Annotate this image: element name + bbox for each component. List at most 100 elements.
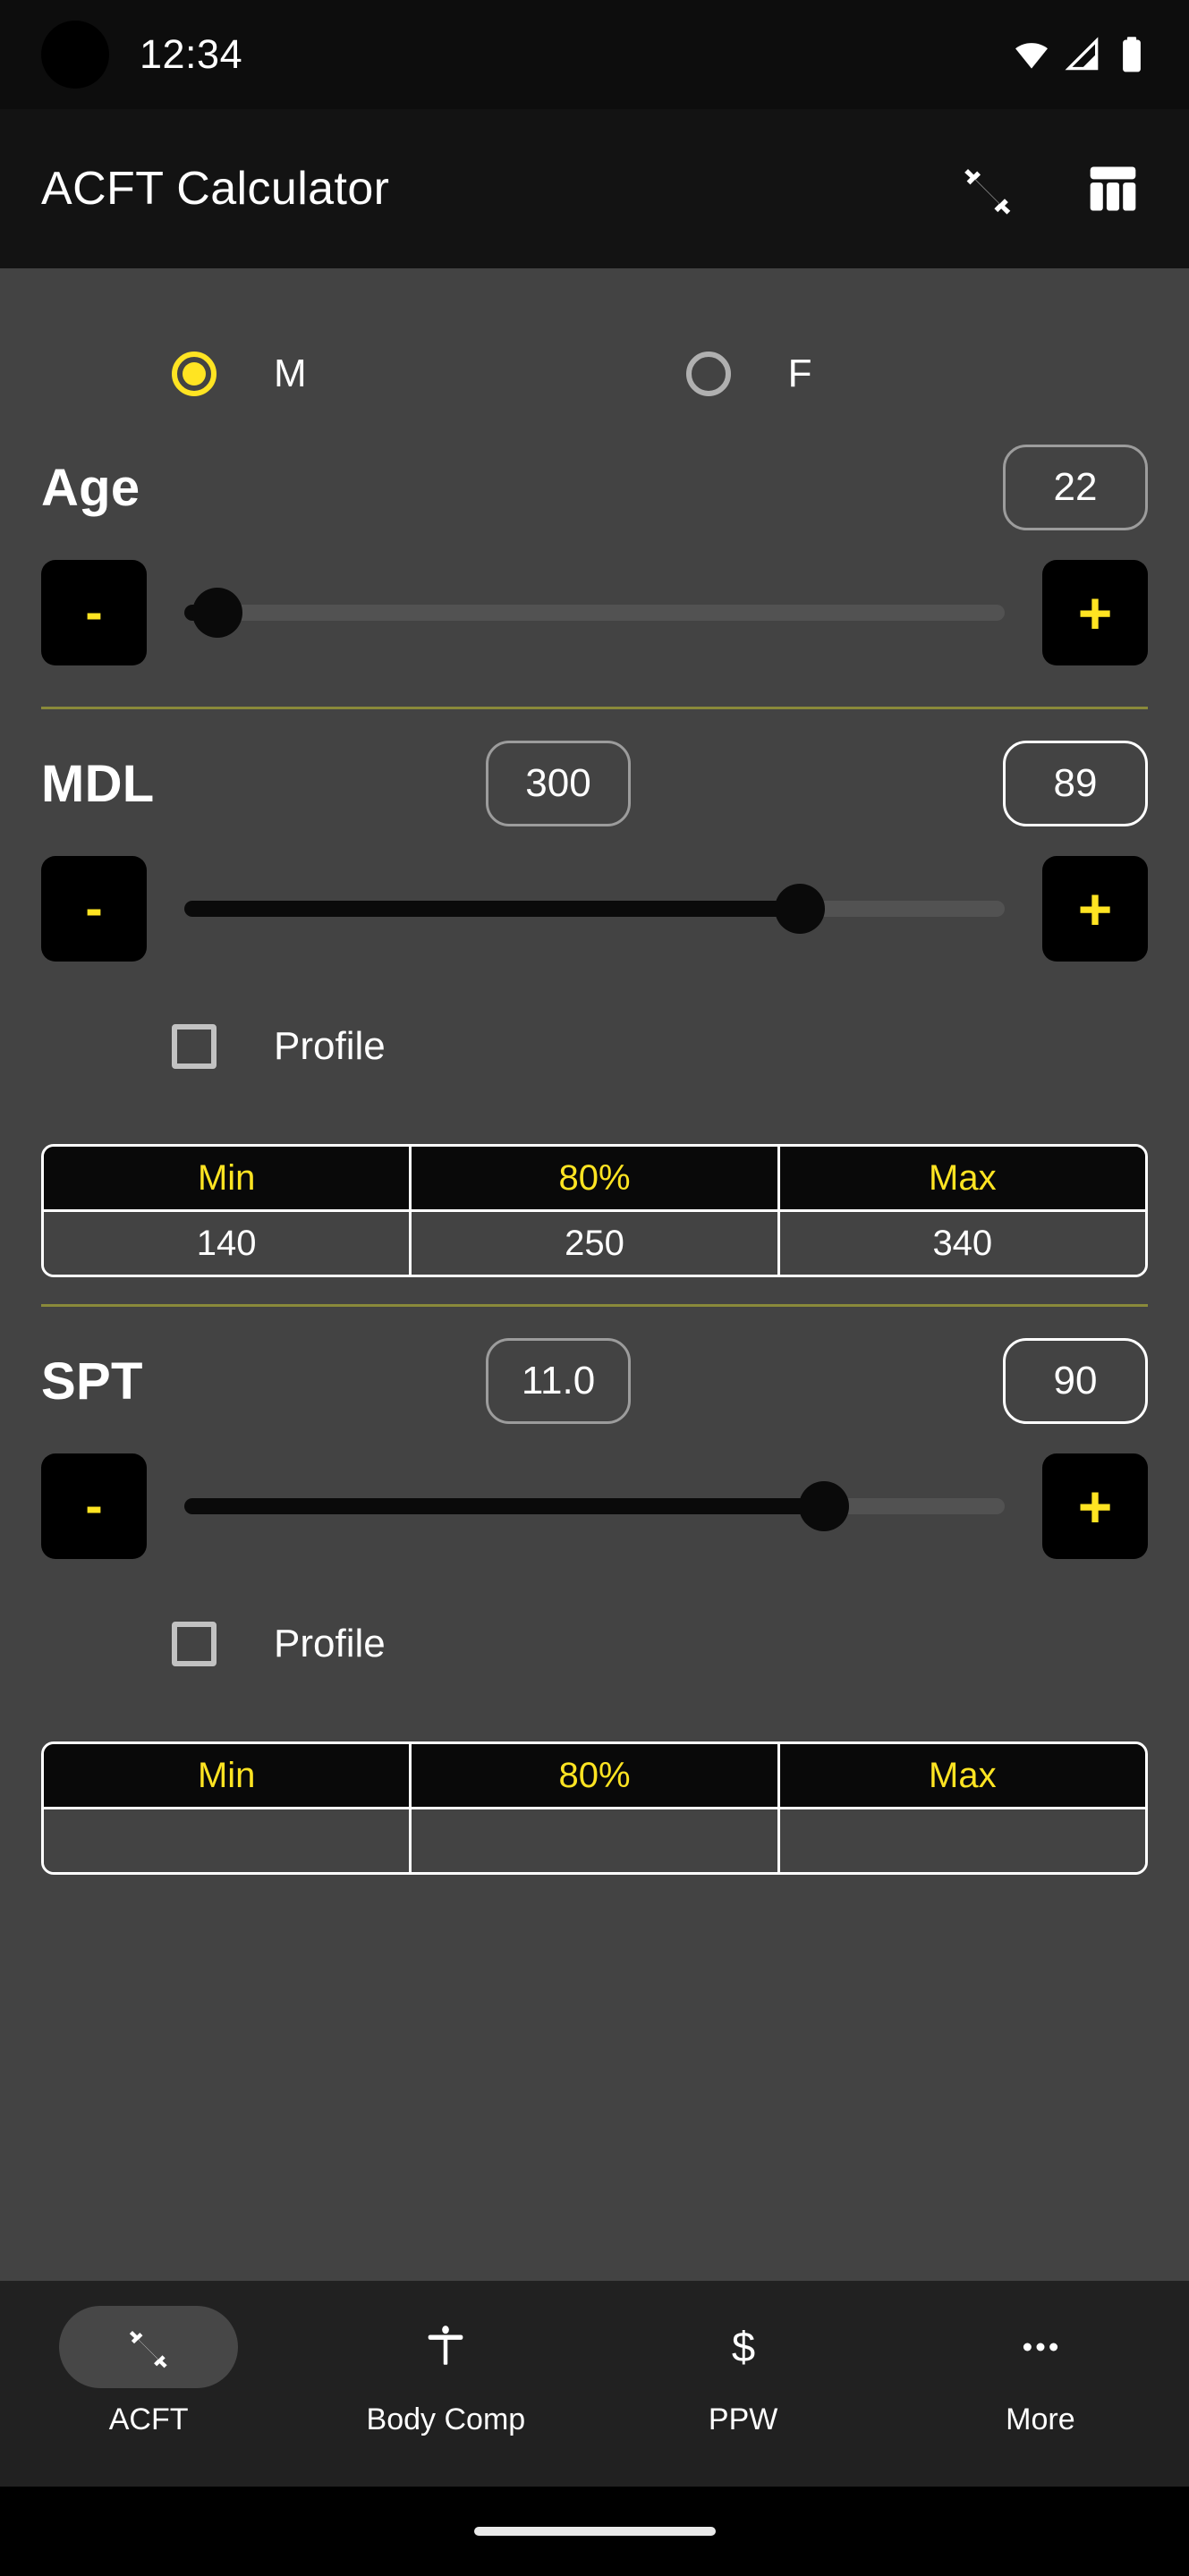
spt-profile-label: Profile [274,1622,386,1665]
mdl-score-box[interactable]: 89 [1003,741,1148,826]
mdl-header-80: 80% [409,1147,777,1209]
wifi-icon [1015,43,1048,69]
spt-title: SPT [41,1352,143,1411]
age-header: Age 22 [41,429,1148,546]
table-icon[interactable] [1076,152,1150,225]
age-slider-row[interactable]: - + [41,546,1148,680]
app-bar: ACFT Calculator [0,109,1189,268]
spt-plus-label: + [1077,1473,1113,1539]
radio-female[interactable] [685,352,731,396]
age-slider[interactable] [184,560,1005,665]
nav-pill-body-comp [356,2306,535,2388]
spt-profile-row[interactable]: Profile [41,1573,1148,1715]
age-slider-track [184,605,1005,621]
mdl-plus-label: + [1077,876,1113,942]
mdl-profile-row[interactable]: Profile [41,976,1148,1117]
mdl-slider-row[interactable]: - + [41,842,1148,976]
mdl-header-max: Max [777,1147,1145,1209]
spt-table-value-row [44,1807,1145,1872]
spt-slider-row[interactable]: - + [41,1439,1148,1573]
spt-score-box[interactable]: 90 [1003,1338,1148,1424]
gender-option-male[interactable]: M [172,352,307,396]
nav-item-acft[interactable]: ACFT [0,2306,297,2437]
mdl-value-max: 340 [777,1212,1145,1275]
gender-selector[interactable]: M F [41,268,1148,429]
gender-option-female[interactable]: F [685,352,812,396]
status-icons [1012,35,1148,74]
mdl-slider[interactable] [184,856,1005,962]
nav-pill-acft [59,2306,239,2388]
status-bar: 12:34 [0,0,1189,109]
spt-raw-value-box[interactable]: 11.0 [486,1338,631,1424]
spt-minus-label: - [85,1477,103,1535]
mdl-range-table: Min 80% Max 140 250 340 [41,1144,1148,1277]
age-minus-button[interactable]: - [41,560,147,665]
age-slider-thumb[interactable] [191,588,242,638]
dumbbell-icon[interactable] [951,152,1024,225]
section-mdl: MDL 300 89 - + Profile Min 80% Max 140 2… [41,709,1148,1307]
mdl-slider-thumb[interactable] [774,884,825,934]
spt-profile-checkbox[interactable] [172,1622,217,1666]
mdl-plus-button[interactable]: + [1042,856,1148,962]
nav-item-more[interactable]: More [892,2306,1189,2437]
gesture-navigation-area [0,2487,1189,2576]
dumbbell-icon [129,2331,167,2368]
status-time: 12:34 [140,31,243,77]
age-minus-label: - [85,583,103,641]
cellular-signal-icon [1065,37,1099,71]
scroll-content[interactable]: M F Age 22 - + MDL 300 89 - + Profile Mi… [0,268,1189,2281]
nav-pill-more [951,2306,1130,2388]
spt-slider[interactable] [184,1453,1005,1559]
spt-range-table: Min 80% Max [41,1741,1148,1875]
mdl-profile-label: Profile [274,1024,386,1068]
camera-punch-hole [41,21,109,89]
spt-header-80: 80% [409,1744,777,1807]
app-bar-actions [951,152,1150,225]
age-plus-button[interactable]: + [1042,560,1148,665]
spt-header-max: Max [777,1744,1145,1807]
age-value-box[interactable]: 22 [1003,445,1148,530]
nav-label-more: More [1006,2402,1075,2436]
spt-table-header-row: Min 80% Max [44,1744,1145,1807]
app-window: 12:34 ACFT Calculator M F Age 22 - + MDL… [0,0,1189,2576]
nav-item-ppw[interactable]: $ PPW [595,2306,892,2437]
radio-male[interactable] [172,352,217,396]
mdl-title: MDL [41,754,155,813]
spt-minus-button[interactable]: - [41,1453,147,1559]
person-icon [429,2326,463,2365]
page-title: ACFT Calculator [41,163,390,215]
nav-item-body-comp[interactable]: Body Comp [297,2306,594,2437]
nav-label-ppw: PPW [708,2402,778,2436]
mdl-slider-fill [184,901,800,917]
mdl-minus-label: - [85,879,103,937]
mdl-raw-value-box[interactable]: 300 [486,741,631,826]
gesture-bar[interactable] [473,2527,716,2536]
mdl-value-80: 250 [409,1212,777,1275]
mdl-table-header-row: Min 80% Max [44,1147,1145,1209]
nav-pill-ppw: $ [654,2306,833,2388]
spt-header-min: Min [197,1755,256,1795]
section-age: Age 22 - + [41,429,1148,709]
svg-text:$: $ [731,2324,754,2371]
mdl-header-min: Min [197,1157,256,1198]
spt-header: SPT 11.0 90 [41,1323,1148,1439]
age-plus-label: + [1077,580,1113,646]
gender-label-female: F [787,352,812,395]
mdl-profile-checkbox[interactable] [172,1024,217,1069]
more-dots-icon [1023,2343,1057,2351]
spt-value-max [777,1809,1145,1872]
spt-plus-button[interactable]: + [1042,1453,1148,1559]
spt-slider-fill [184,1498,825,1514]
mdl-value-min: 140 [196,1223,257,1263]
bottom-navigation: ACFT Body Comp $ PPW More [0,2281,1189,2487]
battery-icon [1123,37,1141,72]
nav-label-body-comp: Body Comp [366,2402,526,2436]
spt-slider-thumb[interactable] [799,1481,850,1531]
section-spt: SPT 11.0 90 - + Profile Min 80% Max [41,1307,1148,1875]
dollar-icon: $ [731,2324,754,2371]
mdl-minus-button[interactable]: - [41,856,147,962]
spt-value-80 [409,1809,777,1872]
age-title: Age [41,458,140,517]
nav-label-acft: ACFT [108,2402,189,2436]
gender-label-male: M [274,352,307,395]
